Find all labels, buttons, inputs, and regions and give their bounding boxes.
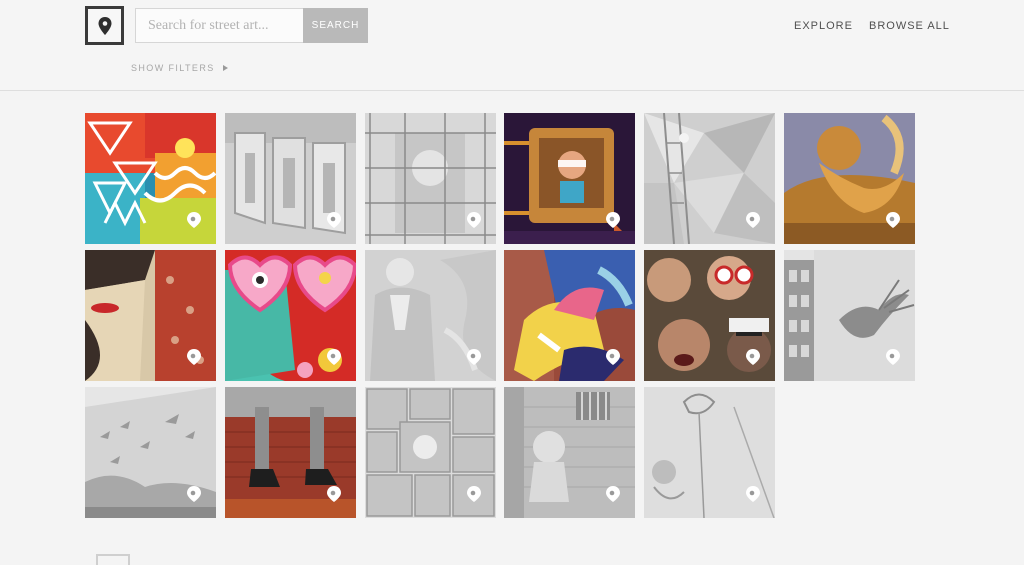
site-header: SEARCH EXPLORE BROWSE ALL SHOW FILTERS — [0, 0, 1024, 91]
location-pin-icon — [746, 212, 761, 228]
map-pin-icon — [98, 16, 111, 35]
caret-right-icon — [222, 65, 228, 71]
location-pin-icon — [885, 349, 900, 365]
location-pin-icon — [466, 212, 481, 228]
location-pin-icon — [606, 212, 621, 228]
pagination-box[interactable] — [96, 554, 130, 565]
nav-browse-all[interactable]: BROWSE ALL — [869, 20, 950, 32]
location-pin-icon — [187, 486, 201, 502]
location-pin-icon — [885, 212, 900, 228]
gallery-tile[interactable] — [85, 113, 216, 244]
gallery-tile[interactable] — [364, 250, 496, 381]
gallery-tile[interactable] — [224, 250, 356, 381]
gallery-tile[interactable] — [85, 387, 216, 518]
gallery-tile[interactable] — [783, 250, 915, 381]
location-pin-icon — [326, 486, 341, 502]
location-pin-icon — [187, 349, 201, 365]
gallery-tile[interactable] — [504, 387, 636, 518]
location-pin-icon — [326, 212, 341, 228]
location-pin-icon — [606, 349, 621, 365]
nav-explore[interactable]: EXPLORE — [794, 20, 853, 32]
location-pin-icon — [746, 486, 761, 502]
show-filters-label: SHOW FILTERS — [131, 63, 215, 73]
gallery-tile[interactable] — [224, 387, 356, 518]
show-filters-toggle[interactable]: SHOW FILTERS — [131, 63, 228, 73]
location-pin-icon — [466, 486, 481, 502]
gallery-tile[interactable] — [644, 250, 776, 381]
gallery-tile[interactable] — [364, 387, 496, 518]
location-pin-icon — [606, 486, 621, 502]
gallery-tile[interactable] — [504, 250, 636, 381]
gallery-tile[interactable] — [504, 113, 636, 244]
search-input[interactable] — [135, 8, 303, 43]
logo[interactable] — [85, 6, 124, 45]
gallery-tile[interactable] — [224, 113, 356, 244]
gallery-tile[interactable] — [364, 113, 496, 244]
location-pin-icon — [466, 349, 481, 365]
search-button[interactable]: SEARCH — [303, 8, 368, 43]
location-pin-icon — [326, 349, 341, 365]
gallery-tile[interactable] — [644, 113, 776, 244]
art-gallery-grid — [85, 113, 915, 518]
gallery-tile[interactable] — [644, 387, 776, 518]
gallery-tile[interactable] — [85, 250, 216, 381]
location-pin-icon — [746, 349, 761, 365]
location-pin-icon — [187, 212, 201, 228]
gallery-tile[interactable] — [783, 113, 915, 244]
